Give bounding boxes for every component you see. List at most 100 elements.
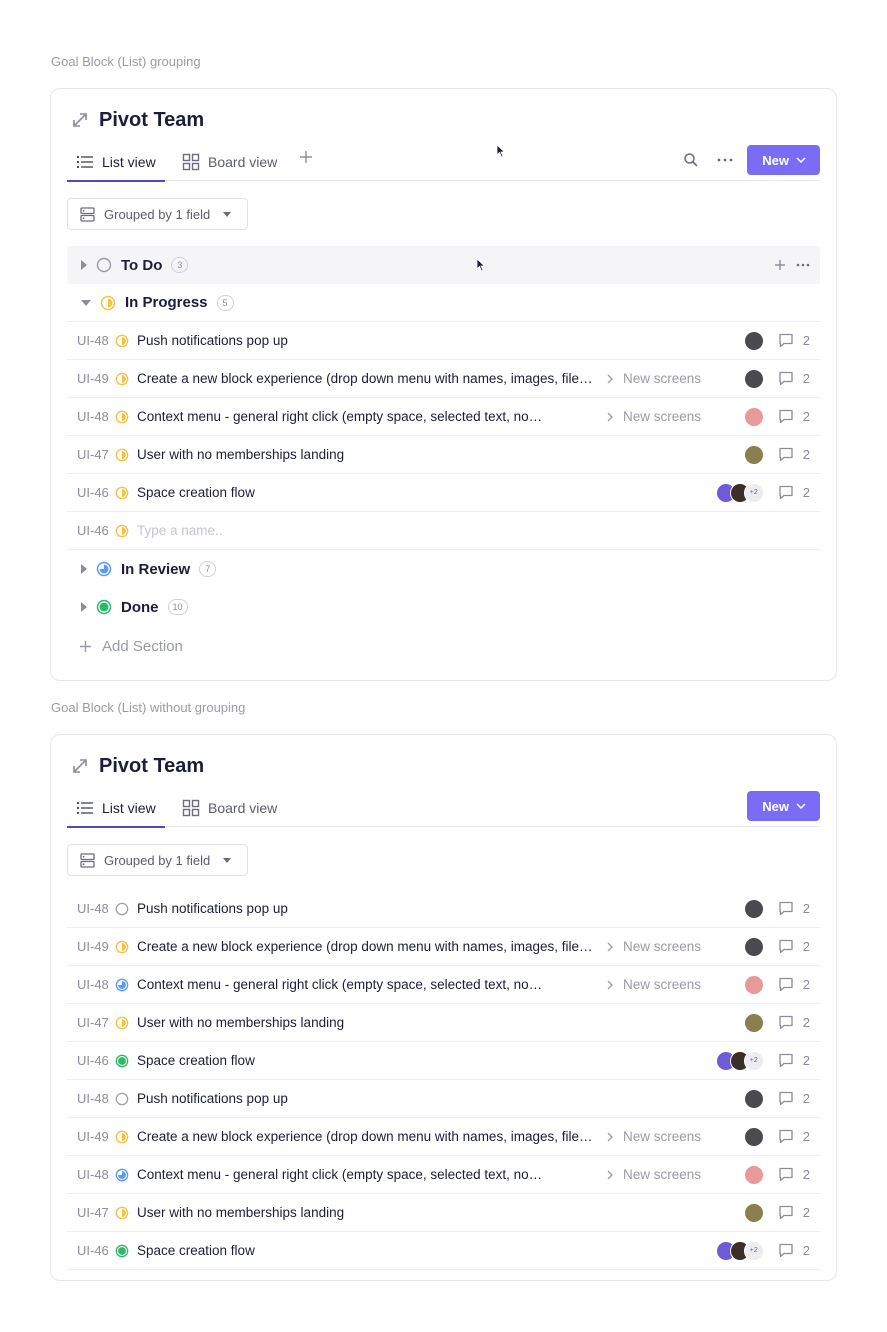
comments[interactable]: 2 [778, 1243, 810, 1258]
task-row[interactable]: UI-49 Create a new block experience (drop… [67, 360, 820, 398]
avatar[interactable] [743, 1088, 764, 1109]
task-row[interactable]: UI-48 Context menu - general right click … [67, 966, 820, 1004]
comments[interactable]: 2 [778, 1053, 810, 1068]
avatar[interactable] [743, 1126, 764, 1147]
comments[interactable]: 2 [778, 447, 810, 462]
tab-board-view[interactable]: Board view [173, 789, 286, 827]
status-in-review-icon[interactable] [115, 1168, 129, 1182]
search-icon[interactable] [679, 148, 703, 172]
expand-icon[interactable] [71, 111, 89, 129]
task-name[interactable]: Space creation flow [137, 485, 255, 500]
comments[interactable]: 2 [778, 371, 810, 386]
comments[interactable]: 2 [778, 977, 810, 992]
task-breadcrumb[interactable]: New screens [607, 1129, 701, 1144]
task-row[interactable]: UI-47 User with no memberships landing 2 [67, 1004, 820, 1042]
task-row[interactable]: UI-49 Create a new block experience (drop… [67, 928, 820, 966]
new-button[interactable]: New [747, 145, 820, 175]
new-task-row[interactable]: UI-46 Type a name.. [67, 512, 820, 550]
task-row[interactable]: UI-47 User with no memberships landing 2 [67, 436, 820, 474]
avatar[interactable] [743, 1202, 764, 1223]
task-breadcrumb[interactable]: New screens [607, 1167, 701, 1182]
status-in-progress-icon[interactable] [115, 940, 129, 954]
avatar[interactable] [743, 368, 764, 389]
avatar[interactable] [743, 974, 764, 995]
comments[interactable]: 2 [778, 1205, 810, 1220]
status-todo-icon[interactable] [115, 902, 129, 916]
comments[interactable]: 2 [778, 939, 810, 954]
comments[interactable]: 2 [778, 1167, 810, 1182]
expand-triangle-icon[interactable] [81, 602, 87, 612]
comments[interactable]: 2 [778, 333, 810, 348]
avatar[interactable] [743, 1164, 764, 1185]
avatar[interactable] [743, 444, 764, 465]
status-in-review-icon[interactable] [115, 978, 129, 992]
avatar-more-badge[interactable]: +2 [743, 1050, 764, 1071]
task-name[interactable]: Context menu - general right click (empt… [137, 409, 542, 424]
task-name[interactable]: Create a new block experience (drop down… [137, 1129, 595, 1144]
task-name[interactable]: Push notifications pop up [137, 1091, 288, 1106]
avatar[interactable] [743, 330, 764, 351]
avatar[interactable] [743, 406, 764, 427]
task-row[interactable]: UI-46 Space creation flow +2 2 [67, 474, 820, 512]
comments[interactable]: 2 [778, 1129, 810, 1144]
expand-triangle-icon[interactable] [81, 260, 87, 270]
grouped-by-button[interactable]: Grouped by 1 field [67, 844, 248, 876]
avatar[interactable] [743, 898, 764, 919]
avatar-more-badge[interactable]: +2 [743, 482, 764, 503]
status-in-progress-icon[interactable] [115, 334, 129, 348]
tab-board-view[interactable]: Board view [173, 143, 286, 181]
expand-icon[interactable] [71, 757, 89, 775]
task-row[interactable]: UI-48 Push notifications pop up 2 [67, 322, 820, 360]
task-row[interactable]: UI-48 Context menu - general right click … [67, 398, 820, 436]
section-todo[interactable]: To Do 3 [67, 246, 820, 284]
grouped-by-button[interactable]: Grouped by 1 field [67, 198, 248, 230]
task-row[interactable]: UI-46 Space creation flow +2 2 [67, 1042, 820, 1080]
task-breadcrumb[interactable]: New screens [607, 409, 701, 424]
task-name[interactable]: User with no memberships landing [137, 1205, 344, 1220]
section-in-progress[interactable]: In Progress 5 [67, 284, 820, 322]
section-done[interactable]: Done 10 [67, 588, 820, 626]
task-name[interactable]: Create a new block experience (drop down… [137, 939, 595, 954]
more-icon[interactable] [713, 148, 737, 172]
add-view-plus-icon[interactable] [299, 149, 317, 167]
task-row[interactable]: UI-48 Context menu - general right click … [67, 1156, 820, 1194]
task-name[interactable]: Create a new block experience (drop down… [137, 371, 595, 386]
task-name[interactable]: Space creation flow [137, 1243, 255, 1258]
more-icon[interactable] [796, 263, 810, 267]
collapse-triangle-icon[interactable] [81, 299, 91, 306]
status-in-progress-icon[interactable] [115, 1016, 129, 1030]
expand-triangle-icon[interactable] [81, 564, 87, 574]
comments[interactable]: 2 [778, 409, 810, 424]
task-row[interactable]: UI-46 Space creation flow +2 2 [67, 1232, 820, 1270]
section-in-review[interactable]: In Review 7 [67, 550, 820, 588]
status-in-progress-icon[interactable] [115, 1130, 129, 1144]
task-row[interactable]: UI-49 Create a new block experience (drop… [67, 1118, 820, 1156]
comments[interactable]: 2 [778, 1015, 810, 1030]
status-in-progress-icon[interactable] [115, 410, 129, 424]
task-name[interactable]: Context menu - general right click (empt… [137, 1167, 542, 1182]
status-in-progress-icon[interactable] [115, 372, 129, 386]
status-in-progress-icon[interactable] [115, 1206, 129, 1220]
task-name[interactable]: Context menu - general right click (empt… [137, 977, 542, 992]
avatar[interactable] [743, 936, 764, 957]
plus-icon[interactable] [774, 259, 786, 271]
add-section-button[interactable]: Add Section [67, 626, 820, 666]
new-task-input[interactable]: Type a name.. [137, 523, 223, 538]
task-name[interactable]: Push notifications pop up [137, 333, 288, 348]
task-name[interactable]: User with no memberships landing [137, 447, 344, 462]
tab-list-view[interactable]: List view [67, 789, 165, 828]
avatar[interactable] [743, 1012, 764, 1033]
comments[interactable]: 2 [778, 485, 810, 500]
status-in-progress-icon[interactable] [115, 486, 129, 500]
new-button[interactable]: New [747, 791, 820, 821]
comments[interactable]: 2 [778, 901, 810, 916]
task-breadcrumb[interactable]: New screens [607, 371, 701, 386]
task-breadcrumb[interactable]: New screens [607, 977, 701, 992]
task-breadcrumb[interactable]: New screens [607, 939, 701, 954]
comments[interactable]: 2 [778, 1091, 810, 1106]
task-name[interactable]: User with no memberships landing [137, 1015, 344, 1030]
status-in-progress-icon[interactable] [115, 448, 129, 462]
task-row[interactable]: UI-47 User with no memberships landing 2 [67, 1194, 820, 1232]
status-todo-icon[interactable] [115, 1092, 129, 1106]
task-row[interactable]: UI-48 Push notifications pop up 2 [67, 1080, 820, 1118]
